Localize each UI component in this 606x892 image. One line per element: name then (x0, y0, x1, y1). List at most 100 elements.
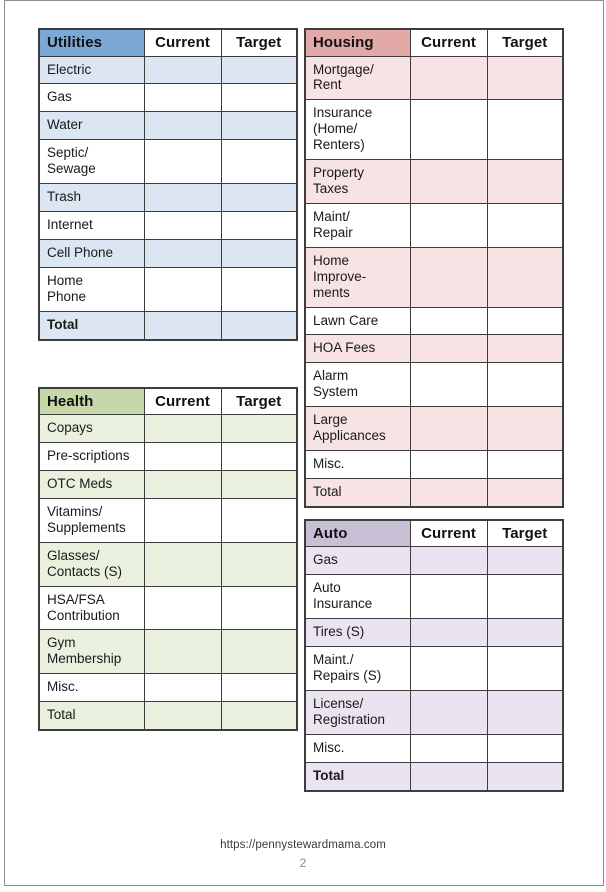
cell-target[interactable] (486, 689, 564, 735)
cell-target[interactable] (486, 546, 564, 576)
column-header-target: Target (486, 519, 564, 548)
cell-target[interactable] (486, 450, 564, 480)
cell-current[interactable] (143, 469, 222, 499)
cell-target[interactable] (220, 183, 298, 213)
cell-current[interactable] (143, 111, 222, 141)
cell-current[interactable] (409, 55, 488, 101)
cell-current[interactable] (409, 159, 488, 204)
cell-current[interactable] (409, 306, 488, 336)
cell-current[interactable] (409, 450, 488, 480)
cell-target[interactable] (486, 478, 564, 508)
cell-current[interactable] (409, 761, 488, 792)
cell-target[interactable] (486, 99, 564, 161)
table-row: Internet (38, 211, 298, 240)
table-title-utilities: Utilities (38, 28, 145, 57)
cell-current[interactable] (143, 139, 222, 185)
cell-current[interactable] (143, 55, 222, 85)
cell-target[interactable] (220, 55, 298, 85)
cell-target[interactable] (220, 139, 298, 185)
cell-target[interactable] (220, 673, 298, 703)
row-label: Misc. (304, 733, 411, 763)
cell-current[interactable] (143, 701, 222, 731)
cell-current[interactable] (143, 310, 222, 341)
column-spacer (304, 508, 562, 519)
footer-url: https://pennystewardmama.com (220, 839, 386, 851)
table-row: Tires (S) (304, 618, 564, 648)
cell-target[interactable] (486, 334, 564, 364)
cell-target[interactable] (486, 646, 564, 691)
cell-current[interactable] (143, 541, 222, 587)
cell-target[interactable] (220, 497, 298, 543)
table-row: Gas (304, 546, 564, 576)
row-label: Misc. (304, 450, 411, 480)
table-row: Total (38, 310, 298, 341)
cell-target[interactable] (220, 83, 298, 113)
cell-current[interactable] (409, 646, 488, 691)
cell-current[interactable] (409, 689, 488, 735)
cell-target[interactable] (220, 310, 298, 341)
cell-current[interactable] (143, 238, 222, 268)
cell-current[interactable] (409, 478, 488, 508)
cell-target[interactable] (486, 733, 564, 763)
cell-target[interactable] (486, 202, 564, 248)
cell-current[interactable] (143, 585, 222, 631)
cell-current[interactable] (409, 546, 488, 576)
right-column: Housing Current Target Mortgage/ Rent Ins… (304, 28, 564, 792)
cell-target[interactable] (220, 442, 298, 471)
cell-target[interactable] (486, 55, 564, 101)
column-header-current: Current (143, 387, 222, 416)
cell-current[interactable] (409, 202, 488, 248)
cell-current[interactable] (143, 266, 222, 312)
row-label: Total (304, 478, 411, 508)
cell-current[interactable] (409, 406, 488, 452)
cell-current[interactable] (143, 497, 222, 543)
table-row: Total (304, 478, 564, 508)
cell-current[interactable] (409, 574, 488, 620)
cell-target[interactable] (486, 159, 564, 204)
cell-target[interactable] (220, 541, 298, 587)
cell-target[interactable] (220, 701, 298, 731)
row-label: Gym Membership (38, 629, 145, 675)
cell-current[interactable] (409, 334, 488, 364)
cell-target[interactable] (486, 761, 564, 792)
cell-current[interactable] (143, 414, 222, 444)
row-label: Vitamins/ Supplements (38, 497, 145, 543)
cell-current[interactable] (143, 211, 222, 240)
table-housing: Housing Current Target Mortgage/ Rent Ins… (304, 28, 564, 508)
cell-current[interactable] (409, 733, 488, 763)
cell-target[interactable] (220, 238, 298, 268)
table-header-row: Health Current Target (38, 387, 298, 416)
cell-current[interactable] (143, 183, 222, 213)
cell-current[interactable] (143, 442, 222, 471)
table-row: Total (38, 701, 298, 731)
table-body-health: Copays Pre-scriptions OTC Meds Vitamins/ Su… (38, 414, 298, 731)
row-label: Trash (38, 183, 145, 213)
cell-current[interactable] (409, 246, 488, 308)
cell-current[interactable] (409, 99, 488, 161)
cell-current[interactable] (143, 629, 222, 675)
cell-target[interactable] (220, 629, 298, 675)
cell-target[interactable] (220, 585, 298, 631)
row-label: Home Improve- ments (304, 246, 411, 308)
cell-target[interactable] (486, 306, 564, 336)
worksheet-body: Utilities Current Target Electric Gas Wate… (0, 0, 606, 892)
table-body-utilities: Electric Gas Water Septic/ Sewage Trash Inter… (38, 55, 298, 341)
cell-target[interactable] (486, 406, 564, 452)
cell-target[interactable] (486, 574, 564, 620)
cell-target[interactable] (220, 414, 298, 444)
cell-target[interactable] (486, 246, 564, 308)
cell-target[interactable] (220, 211, 298, 240)
cell-target[interactable] (220, 469, 298, 499)
cell-target[interactable] (486, 362, 564, 408)
cell-current[interactable] (143, 673, 222, 703)
table-row: Maint./ Repairs (S) (304, 646, 564, 691)
cell-target[interactable] (486, 618, 564, 648)
table-title-health: Health (38, 387, 145, 416)
cell-target[interactable] (220, 111, 298, 141)
cell-target[interactable] (220, 266, 298, 312)
row-label: Pre-scriptions (38, 442, 145, 471)
cell-current[interactable] (409, 618, 488, 648)
cell-current[interactable] (409, 362, 488, 408)
cell-current[interactable] (143, 83, 222, 113)
table-header-row: Housing Current Target (304, 28, 564, 57)
